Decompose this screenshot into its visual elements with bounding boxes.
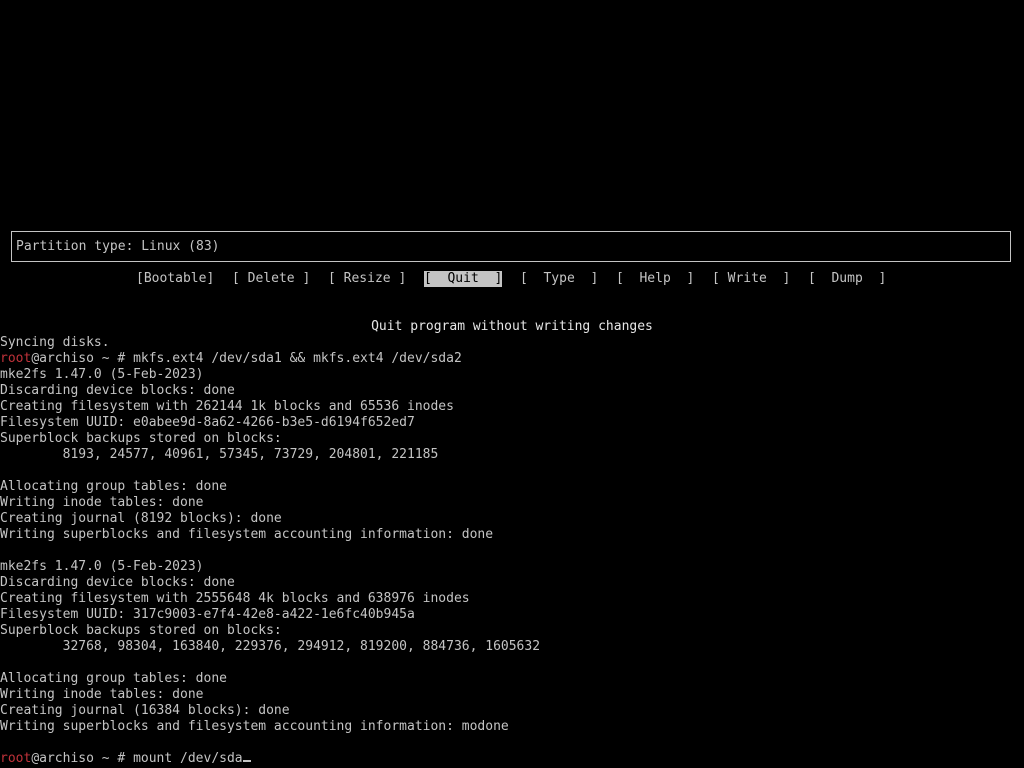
output-line: Filesystem UUID: 317c9003-e7f4-42e8-a422… [0, 607, 415, 622]
output-line: Allocating group tables: done [0, 671, 227, 686]
output-line: Creating filesystem with 2555648 4k bloc… [0, 591, 470, 606]
output-line: Filesystem UUID: e0abee9d-8a62-4266-b3e5… [0, 415, 415, 430]
output-line: Superblock backups stored on blocks: [0, 431, 282, 446]
text-cursor [242, 760, 251, 762]
output-line: Allocating group tables: done [0, 479, 227, 494]
output-line: Writing inode tables: done [0, 687, 204, 702]
output-line: Writing superblocks and filesystem accou… [0, 527, 494, 542]
output-line: Discarding device blocks: done [0, 575, 235, 590]
write-button[interactable]: [ Write ] [712, 271, 790, 287]
help-button[interactable]: [ Help ] [616, 271, 694, 287]
output-line: Discarding device blocks: done [0, 383, 235, 398]
output-line: Creating journal (16384 blocks): done [0, 703, 290, 718]
output-line: Creating filesystem with 262144 1k block… [0, 399, 454, 414]
output-line: mke2fs 1.47.0 (5-Feb-2023) [0, 559, 204, 574]
partition-info-box: Partition type: Linux (83) [11, 231, 1011, 262]
output-line: Syncing disks. [0, 335, 110, 350]
bootable-button[interactable]: [Bootable] [136, 271, 214, 287]
output-line: Creating journal (8192 blocks): done [0, 511, 282, 526]
type-button[interactable]: [ Type ] [520, 271, 598, 287]
prompt-line: root@archiso ~ # mkfs.ext4 /dev/sda1 && … [0, 351, 1024, 367]
quit-button[interactable]: [ Quit ] [424, 271, 503, 287]
terminal-output: Syncing disks. root@archiso ~ # mkfs.ext4… [0, 335, 1024, 767]
prompt-user: root [0, 751, 32, 766]
menu-hint-text: Quit program without writing changes [371, 319, 653, 334]
output-line: 8193, 24577, 40961, 57345, 73729, 204801… [0, 447, 439, 462]
cfdisk-menu-bar: [Bootable] [ Delete ] [ Resize ] [ Quit … [0, 271, 1024, 287]
command-text[interactable]: mount /dev/sda [133, 751, 243, 766]
dump-button[interactable]: [ Dump ] [808, 271, 886, 287]
output-line: Writing inode tables: done [0, 495, 204, 510]
partition-type-text: Partition type: Linux (83) [16, 239, 220, 254]
prompt-host: @archiso ~ # [31, 351, 134, 366]
prompt-host: @archiso ~ # [31, 751, 134, 766]
prompt-user: root [0, 351, 32, 366]
command-text: mkfs.ext4 /dev/sda1 && mkfs.ext4 /dev/sd… [133, 351, 462, 366]
output-line: Superblock backups stored on blocks: [0, 623, 282, 638]
output-line: Writing superblocks and filesystem accou… [0, 719, 509, 734]
delete-button[interactable]: [ Delete ] [232, 271, 310, 287]
output-line: mke2fs 1.47.0 (5-Feb-2023) [0, 367, 204, 382]
resize-button[interactable]: [ Resize ] [328, 271, 406, 287]
active-prompt-line: root@archiso ~ # mount /dev/sda [0, 751, 1024, 767]
output-line: 32768, 98304, 163840, 229376, 294912, 81… [0, 639, 541, 654]
